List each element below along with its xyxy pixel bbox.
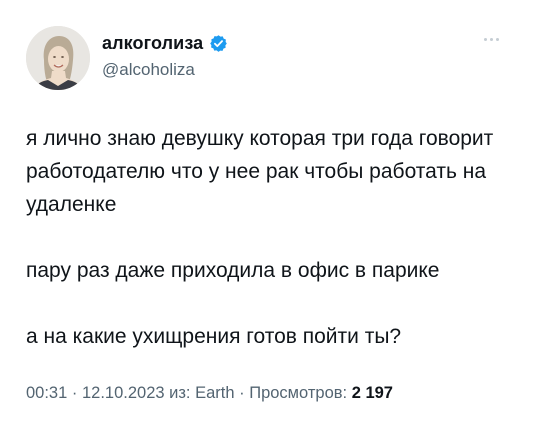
meta-separator: · xyxy=(67,384,82,402)
tweet-date[interactable]: 12.10.2023 xyxy=(82,384,165,402)
avatar[interactable] xyxy=(26,26,90,90)
views-label: Просмотров: xyxy=(249,384,352,402)
tweet-text-paragraph: пару раз даже приходила в офис в парике xyxy=(26,259,440,282)
views-count: 2 197 xyxy=(351,384,393,402)
display-name[interactable]: алкоголиза xyxy=(102,33,203,54)
tweet-time[interactable]: 00:31 xyxy=(26,384,67,402)
tweet-card: алкоголиза @alcoholiza я лично знаю деву… xyxy=(0,0,540,421)
author-name-row: алкоголиза xyxy=(102,32,228,54)
meta-separator: · xyxy=(234,384,250,402)
more-horizontal-icon[interactable] xyxy=(484,34,499,44)
tweet-source: из: Earth xyxy=(164,384,235,402)
avatar-photo-icon xyxy=(26,26,90,90)
verified-badge-icon xyxy=(209,34,228,53)
author-handle[interactable]: @alcoholiza xyxy=(102,60,195,80)
tweet-text-paragraph: я лично знаю девушку которая три года го… xyxy=(26,127,494,216)
tweet-text-paragraph: а на какие ухищрения готов пойти ты? xyxy=(26,325,402,348)
tweet-meta: 00:31 · 12.10.2023 из: Earth · Просмотро… xyxy=(26,384,393,403)
